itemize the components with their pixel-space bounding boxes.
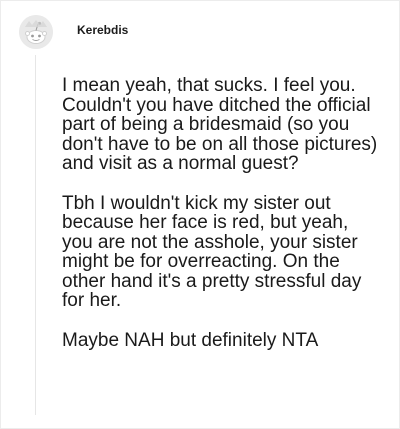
comment-header: Kerebdis — [19, 15, 128, 49]
comment-paragraph: I mean yeah, that sucks. I feel you. Cou… — [62, 75, 378, 174]
comment-paragraph: Maybe NAH but definitely NTA — [62, 329, 319, 351]
thread-line[interactable] — [35, 55, 36, 415]
comment-paragraph: Tbh I wouldn't kick my sister out becaus… — [62, 192, 362, 311]
username[interactable]: Kerebdis — [77, 23, 128, 37]
comment-body: I mean yeah, that sucks. I feel you. Cou… — [62, 76, 384, 370]
reddit-snoo-icon — [19, 15, 53, 49]
comment-card: Kerebdis I mean yeah, that sucks. I feel… — [0, 0, 400, 429]
avatar[interactable] — [19, 15, 53, 49]
